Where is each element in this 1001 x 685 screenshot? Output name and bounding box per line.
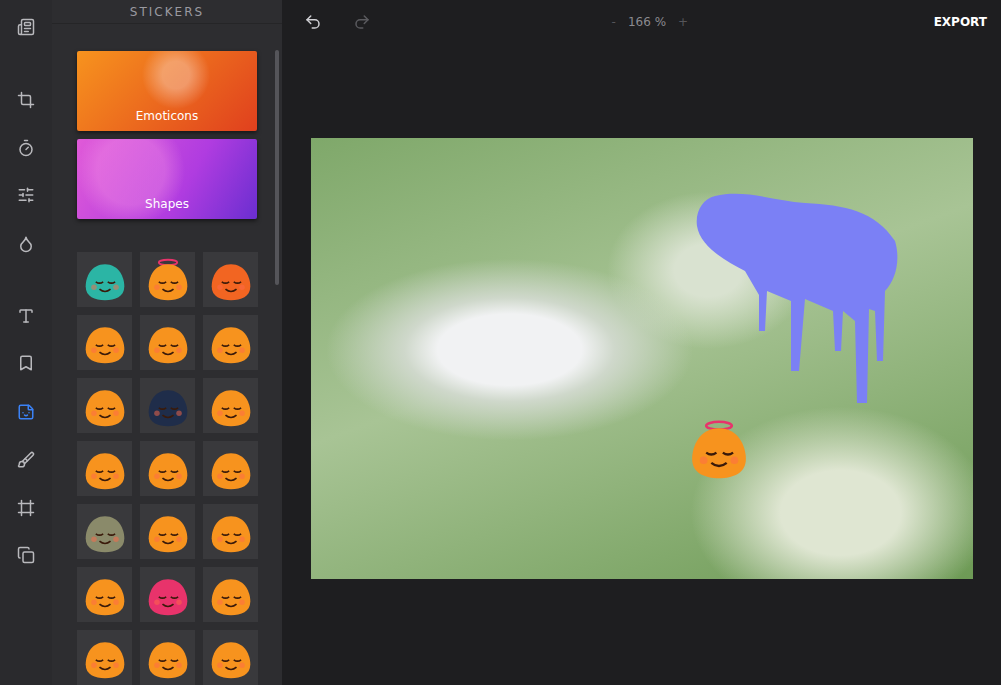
workspace: -166 % + EXPORT <box>282 0 1001 685</box>
emoticon-icon <box>82 572 128 618</box>
document-icon <box>17 18 35 36</box>
sticker-cell[interactable] <box>77 378 132 433</box>
undo-button[interactable] <box>298 9 328 35</box>
panel-title: STICKERS <box>52 0 282 24</box>
droplet-icon <box>17 235 35 253</box>
top-bar: -166 % + EXPORT <box>282 0 1001 44</box>
layers-icon <box>17 546 35 564</box>
crop-icon <box>17 91 35 109</box>
emoticon-icon <box>145 320 191 366</box>
timer-icon <box>17 139 35 157</box>
frame-icon <box>17 499 35 517</box>
emoticon-icon <box>145 635 191 681</box>
emoticon-icon <box>145 257 191 303</box>
emoticon-icon <box>145 509 191 555</box>
sticker-cell[interactable] <box>77 567 132 622</box>
sticker-cell[interactable] <box>203 441 258 496</box>
sticker-cell[interactable] <box>77 441 132 496</box>
sticker-cell[interactable] <box>140 315 195 370</box>
emoticon-icon <box>145 383 191 429</box>
zoom-in-button[interactable]: + <box>678 15 688 29</box>
sticker-cell[interactable] <box>77 315 132 370</box>
rail-button[interactable] <box>8 182 44 208</box>
rail-button[interactable] <box>8 87 44 113</box>
emoticon-icon <box>82 509 128 555</box>
stickers-panel: STICKERSEmoticonsShapes <box>52 0 282 685</box>
undo-icon <box>304 13 322 31</box>
canvas-stage <box>282 44 1001 685</box>
sticker-cell[interactable] <box>140 441 195 496</box>
emoticon-icon <box>82 635 128 681</box>
sliders-icon <box>17 186 35 204</box>
sticker-cell[interactable] <box>203 567 258 622</box>
redo-button[interactable] <box>347 9 377 35</box>
sticker-cell[interactable] <box>140 567 195 622</box>
emoticon-icon <box>208 257 254 303</box>
sticker-cell[interactable] <box>77 504 132 559</box>
sticker-grid <box>52 219 282 685</box>
placed-sticker[interactable] <box>687 418 751 482</box>
photo-canvas <box>311 138 973 579</box>
zoom-out-button[interactable]: - <box>612 15 616 29</box>
tool-rail <box>0 0 52 685</box>
emoticon-icon <box>145 446 191 492</box>
rail-button[interactable] <box>8 231 44 257</box>
sticker-cell[interactable] <box>140 504 195 559</box>
emoticon-icon <box>208 383 254 429</box>
rail-button[interactable] <box>8 14 44 40</box>
rail-button[interactable] <box>8 399 44 425</box>
sticker-cell[interactable] <box>203 630 258 685</box>
rail-button[interactable] <box>8 135 44 161</box>
rail-button[interactable] <box>8 350 44 376</box>
scrollbar[interactable] <box>275 50 279 285</box>
rail-button[interactable] <box>8 495 44 521</box>
emoticon-icon <box>687 418 751 482</box>
emoticon-icon <box>208 320 254 366</box>
category-list: EmoticonsShapes <box>52 24 282 219</box>
text-icon <box>17 307 35 325</box>
zoom-value: 166 % <box>628 15 666 29</box>
emoticon-icon <box>208 509 254 555</box>
sticker-cell[interactable] <box>203 378 258 433</box>
zoom-control: -166 % + <box>396 15 934 29</box>
sticker-cell[interactable] <box>203 252 258 307</box>
placed-sticker[interactable] <box>695 191 901 411</box>
rail-button[interactable] <box>8 542 44 568</box>
category-card[interactable]: Emoticons <box>77 51 257 131</box>
emoticon-icon <box>208 446 254 492</box>
sticker-cell[interactable] <box>203 504 258 559</box>
emoticon-icon <box>145 572 191 618</box>
bookmark-icon <box>17 354 35 372</box>
sticker-cell[interactable] <box>140 630 195 685</box>
emoticon-icon <box>82 320 128 366</box>
rail-button[interactable] <box>8 303 44 329</box>
export-button[interactable]: EXPORT <box>934 11 987 33</box>
emoticon-icon <box>82 383 128 429</box>
sticker-cell[interactable] <box>140 378 195 433</box>
editor: STICKERSEmoticonsShapes-166 %+EXPORT <box>0 0 1001 685</box>
sticker-cell[interactable] <box>140 252 195 307</box>
sticker-icon <box>17 403 35 421</box>
paint-drip-icon <box>695 191 901 411</box>
emoticon-icon <box>82 257 128 303</box>
sticker-cell[interactable] <box>77 252 132 307</box>
sticker-cell[interactable] <box>203 315 258 370</box>
emoticon-icon <box>208 572 254 618</box>
emoticon-icon <box>82 446 128 492</box>
rail-button[interactable] <box>8 447 44 473</box>
sticker-cell[interactable] <box>77 630 132 685</box>
category-card[interactable]: Shapes <box>77 139 257 219</box>
emoticon-icon <box>208 635 254 681</box>
redo-icon <box>353 13 371 31</box>
brush-icon <box>17 451 35 469</box>
